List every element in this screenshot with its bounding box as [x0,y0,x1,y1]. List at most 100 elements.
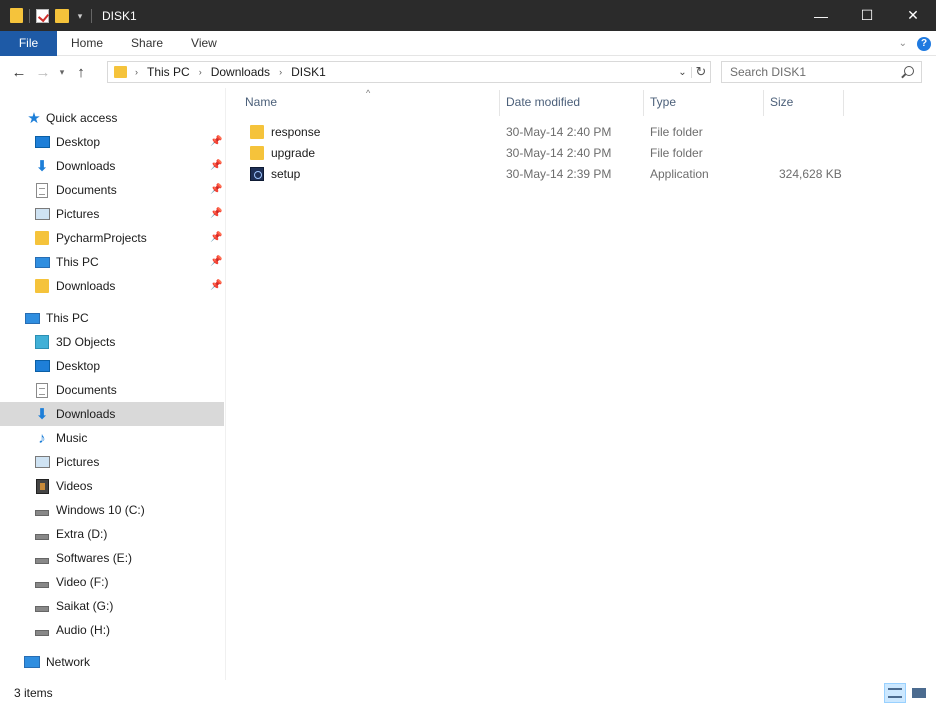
file-row-response[interactable]: response 30-May-14 2:40 PM File folder [244,121,844,142]
application-icon [250,166,264,181]
close-button[interactable]: ✕ [890,0,936,31]
forward-button[interactable]: → [31,60,55,84]
item-count: 3 items [14,686,53,700]
up-button[interactable]: ↑ [69,60,93,84]
breadcrumb-disk1[interactable]: DISK1 [291,65,326,79]
folder-icon [34,278,50,294]
pin-icon[interactable]: 📌 [210,137,222,147]
sidebar-item-label: Video (F:) [56,575,109,589]
sidebar-item-documents[interactable]: Documents [0,378,224,402]
search-icon[interactable] [904,66,914,76]
videos-icon [34,478,50,494]
maximize-button[interactable]: ☐ [844,0,890,31]
breadcrumb-downloads[interactable]: Downloads [211,65,270,79]
sidebar-item-pictures[interactable]: Pictures [0,450,224,474]
column-header-name[interactable]: Name [245,88,277,116]
tab-view[interactable]: View [177,31,231,56]
sidebar-item-drive-f[interactable]: Video (F:) [0,570,224,594]
tab-share[interactable]: Share [117,31,177,56]
back-button[interactable]: ← [7,60,31,84]
customize-toolbar-chevron-icon[interactable]: ▾ [75,11,85,21]
sidebar-item-documents[interactable]: Documents 📌 [0,178,224,202]
toolbar-divider [29,8,30,23]
column-header-type[interactable]: Type [650,88,676,116]
refresh-icon[interactable]: ↻ [692,64,710,80]
file-row-upgrade[interactable]: upgrade 30-May-14 2:40 PM File folder [244,142,844,163]
help-icon[interactable]: ? [917,36,931,51]
window-controls: — ☐ ✕ [798,0,936,31]
downloads-icon: ⬇ [35,405,49,423]
file-type: Application [650,166,709,181]
sidebar-item-downloads-selected[interactable]: ⬇ Downloads [0,402,224,426]
sidebar-item-pycharmprojects[interactable]: PycharmProjects 📌 [0,226,224,250]
sidebar-item-3d-objects[interactable]: 3D Objects [0,330,224,354]
sidebar-item-drive-e[interactable]: Softwares (E:) [0,546,224,570]
sidebar-item-label: Desktop [56,359,101,373]
properties-icon[interactable] [36,8,49,23]
network-icon [24,654,40,670]
new-folder-icon[interactable] [55,8,69,23]
pin-icon[interactable]: 📌 [210,257,222,267]
file-date: 30-May-14 2:39 PM [506,166,612,181]
column-divider[interactable] [843,90,844,116]
sidebar-item-desktop[interactable]: Desktop 📌 [0,130,224,154]
column-header-date-modified[interactable]: Date modified [506,88,580,116]
sidebar-item-desktop[interactable]: Desktop [0,354,224,378]
file-date: 30-May-14 2:40 PM [506,145,612,160]
details-view-button[interactable] [884,683,906,703]
breadcrumb-separator-icon[interactable]: › [135,67,138,77]
column-divider[interactable] [499,90,500,116]
sidebar-item-drive-g[interactable]: Saikat (G:) [0,594,224,618]
sidebar-item-label: Downloads [56,159,116,173]
sidebar-item-videos[interactable]: Videos [0,474,224,498]
sidebar-item-drive-h[interactable]: Audio (H:) [0,618,224,642]
pictures-icon [34,206,50,222]
this-pc-icon [24,310,40,326]
pin-icon[interactable]: 📌 [210,233,222,243]
column-header-size[interactable]: Size [770,88,793,116]
column-divider[interactable] [763,90,764,116]
folder-icon[interactable] [10,8,23,23]
pin-icon[interactable]: 📌 [210,185,222,195]
sidebar-item-drive-d[interactable]: Extra (D:) [0,522,224,546]
sidebar-item-this-pc[interactable]: This PC [0,306,224,330]
sidebar-item-downloads[interactable]: ⬇ Downloads 📌 [0,154,224,178]
sidebar-item-label: Windows 10 (C:) [56,503,145,517]
sidebar-item-music[interactable]: ♪ Music [0,426,224,450]
navigation-bar: ← → ▾ ↑ › This PC › Downloads › DISK1 ⌄ … [0,57,936,88]
folder-icon [250,145,264,160]
recent-locations-chevron-icon[interactable]: ▾ [55,60,69,84]
star-icon: ★ [27,109,41,127]
file-row-setup[interactable]: setup 30-May-14 2:39 PM Application 324,… [244,163,844,184]
tab-file[interactable]: File [0,30,57,56]
file-name-cell: setup [250,163,300,184]
pin-icon[interactable]: 📌 [210,281,222,291]
expand-ribbon-chevron-icon[interactable]: ⌄ [899,38,907,49]
breadcrumb-separator-icon[interactable]: › [279,67,282,77]
file-type: File folder [650,145,703,160]
pin-icon[interactable]: 📌 [210,161,222,171]
sidebar-item-quick-access[interactable]: ★ Quick access [0,106,224,130]
minimize-button[interactable]: — [798,0,844,31]
sidebar-item-pictures[interactable]: Pictures 📌 [0,202,224,226]
file-list: ^ Name Date modified Type Size response … [227,88,936,680]
tab-home[interactable]: Home [57,31,117,56]
sidebar-item-network[interactable]: Network [0,650,224,674]
folder-icon [34,230,50,246]
breadcrumb-this-pc[interactable]: This PC [147,65,190,79]
sidebar-item-label: Desktop [56,135,101,149]
column-divider[interactable] [643,90,644,116]
drive-icon [34,526,50,542]
sidebar-item-label: Pictures [56,207,100,221]
sidebar-item-drive-c[interactable]: Windows 10 (C:) [0,498,224,522]
address-history-chevron-icon[interactable]: ⌄ [674,66,692,78]
sidebar-item-this-pc-pinned[interactable]: This PC 📌 [0,250,224,274]
pin-icon[interactable]: 📌 [210,209,222,219]
address-bar[interactable]: › This PC › Downloads › DISK1 ⌄ ↻ [107,61,711,83]
large-icons-view-button[interactable] [908,683,930,703]
breadcrumb-separator-icon[interactable]: › [199,67,202,77]
search-input[interactable]: Search DISK1 [721,61,922,83]
file-name: setup [271,166,301,181]
3d-objects-icon [34,334,50,350]
sidebar-item-downloads-folder[interactable]: Downloads 📌 [0,274,224,298]
